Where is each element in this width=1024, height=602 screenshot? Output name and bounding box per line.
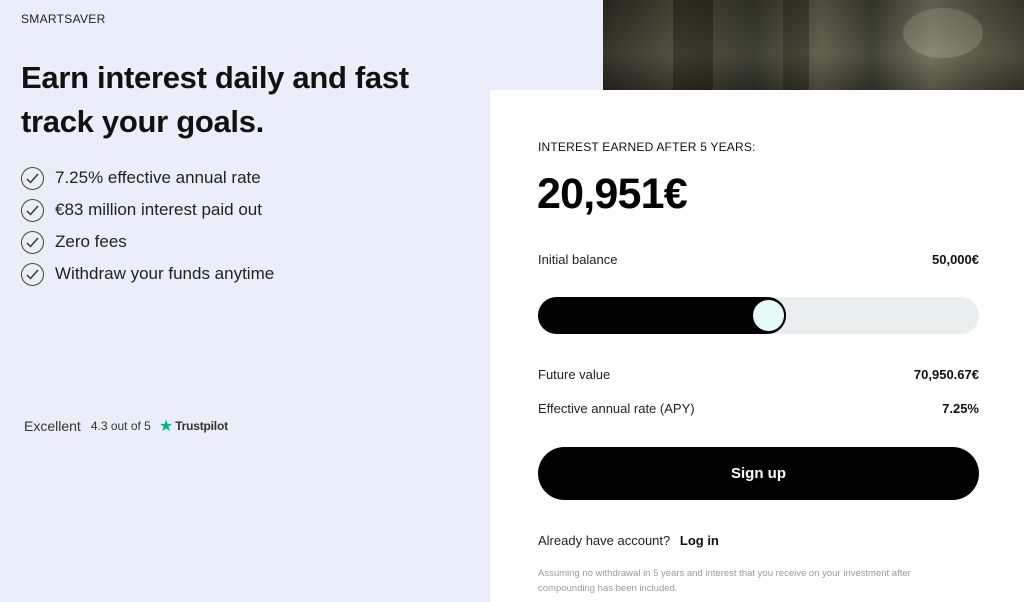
interest-heading: INTEREST EARNED AFTER 5 YEARS: [538, 140, 756, 154]
account-prompt-text: Already have account? [538, 533, 671, 548]
calculator-card: INTEREST EARNED AFTER 5 YEARS: 20,951€ I… [490, 90, 1024, 602]
future-value-label: Future value [538, 367, 611, 382]
trustpilot-score: 4.3 out of 5 [90, 419, 151, 433]
trustpilot-logo: Trustpilot [175, 419, 228, 433]
disclaimer-text: Assuming no withdrawal in 5 years and in… [538, 568, 911, 594]
log-in-link[interactable]: Log in [680, 533, 719, 548]
apy-row: Effective annual rate (APY) 7.25% [538, 401, 979, 416]
feature-item: €83 million interest paid out [21, 194, 274, 226]
feature-text: 7.25% effective annual rate [55, 168, 261, 187]
feature-item: Withdraw your funds anytime [21, 258, 274, 290]
slider-fill [538, 297, 786, 334]
feature-text: Withdraw your funds anytime [55, 264, 275, 283]
feature-text: €83 million interest paid out [55, 200, 262, 219]
account-prompt: Already have account? Log in [538, 533, 719, 548]
initial-balance-value: 50,000€ [932, 252, 979, 267]
check-icon [21, 230, 44, 254]
apy-value: 7.25% [942, 401, 979, 416]
check-icon [21, 198, 44, 222]
check-icon [21, 166, 44, 190]
initial-balance-row: Initial balance 50,000€ [538, 252, 979, 267]
future-value-amount: 70,950.67€ [913, 367, 979, 382]
feature-item: 7.25% effective annual rate [21, 162, 274, 194]
sign-up-button[interactable]: Sign up [538, 447, 979, 500]
hero-photo [603, 0, 1024, 90]
trustpilot-rating-word: Excellent [24, 418, 81, 434]
check-icon [21, 262, 44, 286]
interest-earned-value: 20,951€ [537, 170, 688, 218]
slider-thumb[interactable] [751, 298, 786, 333]
future-value-row: Future value 70,950.67€ [538, 367, 979, 382]
page-headline: Earn interest daily and fast track your … [21, 60, 409, 139]
apy-label: Effective annual rate (APY) [538, 401, 695, 416]
feature-text: Zero fees [55, 232, 127, 251]
feature-item: Zero fees [21, 226, 274, 258]
balance-slider[interactable] [538, 297, 979, 334]
brand-logo-text: SMARTSAVER [21, 12, 106, 26]
initial-balance-label: Initial balance [538, 252, 618, 267]
trustpilot-star-icon: ★ [158, 418, 174, 435]
feature-list: 7.25% effective annual rate €83 million … [21, 162, 274, 290]
trustpilot-widget[interactable]: Excellent 4.3 out of 5 ★ Trustpilot [24, 416, 228, 436]
